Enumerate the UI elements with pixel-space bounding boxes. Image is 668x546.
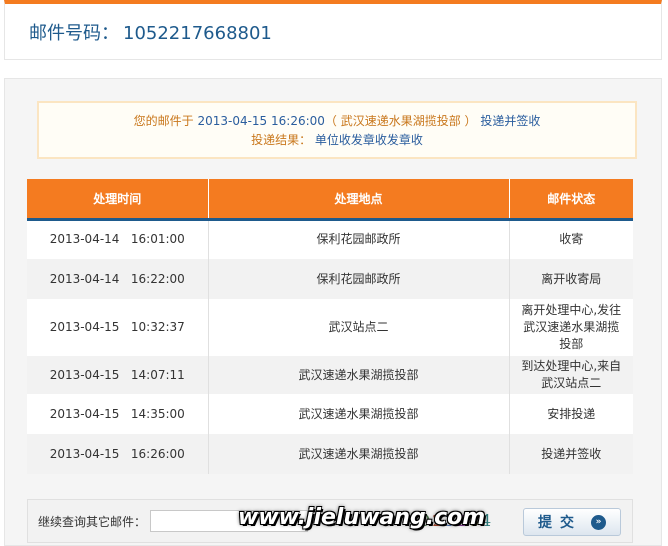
row-status: 离开处理中心,发往武汉速递水果湖揽投部 xyxy=(509,299,633,356)
row-date: 2013-04-15 xyxy=(49,320,120,334)
row-date: 2013-04-14 xyxy=(49,232,120,247)
submit-label: 提交 xyxy=(538,515,582,531)
tracking-number-row: 邮件号码： 1052217668801 xyxy=(29,19,272,45)
row-status: 收寄 xyxy=(509,219,633,259)
table-row: 2013-04-15 14:35:00 武汉速递水果湖揽投部 安排投递 xyxy=(27,394,633,434)
tracking-label: 邮件号码： xyxy=(29,23,119,44)
row-date: 2013-04-15 xyxy=(49,367,120,382)
tracking-number: 1052217668801 xyxy=(123,23,272,44)
notice-prefix: 您的邮件于 xyxy=(133,114,194,128)
row-clock: 16:01:00 xyxy=(130,232,185,247)
notice-action: 投递并签收 xyxy=(480,114,541,128)
notice-line-2: 投递结果： 单位收发章收发章收 xyxy=(39,131,635,150)
table-row: 2013-04-15 14:07:11 武汉速递水果湖揽投部 到达处理中心,来自… xyxy=(27,356,633,394)
row-time: 2013-04-14 16:22:00 xyxy=(27,259,209,299)
row-place: 武汉站点二 xyxy=(208,299,510,356)
notice-line-1: 您的邮件于 2013-04-15 16:26:00（ 武汉速递水果湖揽投部 ） … xyxy=(39,112,635,131)
header-place: 处理地点 xyxy=(208,179,510,221)
row-clock: 16:22:00 xyxy=(130,271,185,286)
tracking-header: 邮件号码： 1052217668801 xyxy=(4,0,662,60)
notice-location: （ 武汉速递水果湖揽投部 ） xyxy=(324,114,477,128)
row-time: 2013-04-15 16:26:00 xyxy=(27,434,209,474)
row-clock: 10:32:37 xyxy=(130,320,185,334)
row-place: 保利花园邮政所 xyxy=(208,259,510,299)
submit-button[interactable]: 提交 » xyxy=(523,508,621,536)
row-status: 投递并签收 xyxy=(509,434,633,474)
row-place: 武汉速递水果湖揽投部 xyxy=(208,394,510,434)
row-clock: 16:26:00 xyxy=(130,446,185,461)
tracking-table: 处理时间 处理地点 邮件状态 2013-04-14 16:01:00 保利花园邮… xyxy=(27,179,633,474)
notice-result-label: 投递结果： xyxy=(251,133,312,147)
notice-datetime: 2013-04-15 16:26:00 xyxy=(197,114,325,128)
row-status: 到达处理中心,来自武汉站点二 xyxy=(509,356,633,394)
row-clock: 14:07:11 xyxy=(130,367,185,382)
row-place: 武汉速递水果湖揽投部 xyxy=(208,434,510,474)
row-clock: 14:35:00 xyxy=(130,406,185,421)
table-row: 2013-04-14 16:22:00 保利花园邮政所 离开收寄局 xyxy=(27,259,633,299)
watermark-text: www.jieluwang.com xyxy=(238,505,486,530)
table-header-row: 处理时间 处理地点 邮件状态 xyxy=(27,179,633,221)
row-place: 保利花园邮政所 xyxy=(208,219,510,259)
row-time: 2013-04-15 10:32:37 xyxy=(27,299,209,356)
main-panel: 您的邮件于 2013-04-15 16:26:00（ 武汉速递水果湖揽投部 ） … xyxy=(4,78,662,546)
header-time: 处理时间 xyxy=(27,179,209,221)
notice-result-value: 单位收发章收发章收 xyxy=(314,133,423,147)
table-row: 2013-04-15 10:32:37 武汉站点二 离开处理中心,发往武汉速递水… xyxy=(27,299,633,356)
table-row: 2013-04-14 16:01:00 保利花园邮政所 收寄 xyxy=(27,219,633,259)
header-status: 邮件状态 xyxy=(509,179,633,221)
row-status: 安排投递 xyxy=(509,394,633,434)
row-time: 2013-04-14 16:01:00 xyxy=(27,219,209,259)
row-time: 2013-04-15 14:07:11 xyxy=(27,356,209,394)
row-date: 2013-04-14 xyxy=(49,271,120,286)
delivery-notice: 您的邮件于 2013-04-15 16:26:00（ 武汉速递水果湖揽投部 ） … xyxy=(37,101,637,159)
query-label: 继续查询其它邮件： xyxy=(38,515,147,529)
row-date: 2013-04-15 xyxy=(49,406,120,421)
row-time: 2013-04-15 14:35:00 xyxy=(27,394,209,434)
table-row: 2013-04-15 16:26:00 武汉速递水果湖揽投部 投递并签收 xyxy=(27,434,633,474)
row-date: 2013-04-15 xyxy=(49,446,120,461)
row-status: 离开收寄局 xyxy=(509,259,633,299)
row-place: 武汉速递水果湖揽投部 xyxy=(208,356,510,394)
double-arrow-right-icon: » xyxy=(591,515,606,530)
